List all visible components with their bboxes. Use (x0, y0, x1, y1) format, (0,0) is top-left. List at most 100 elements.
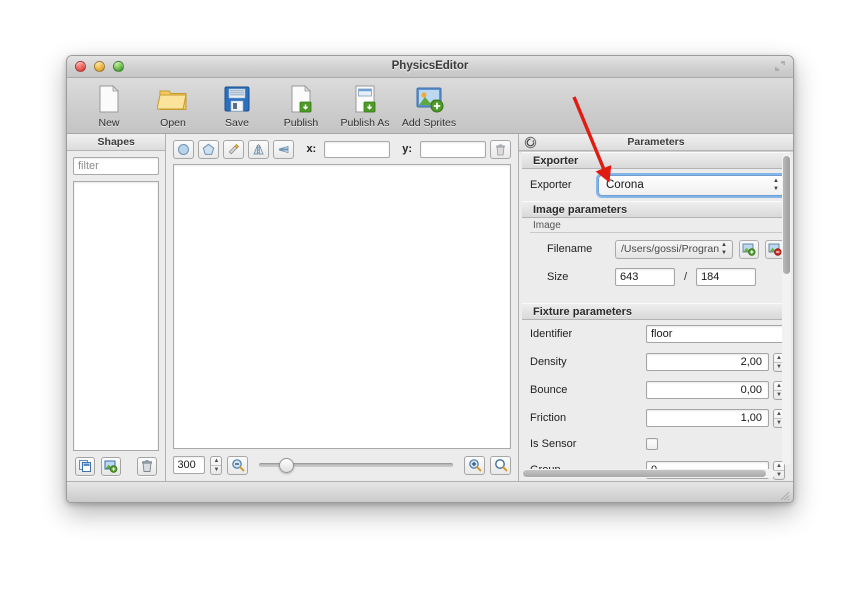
canvas-toolbar: x: y: (166, 134, 518, 164)
magic-wand-icon (229, 143, 240, 154)
parameters-title: Parameters (627, 136, 685, 148)
zoom-slider[interactable] (259, 456, 453, 475)
is-sensor-row: Is Sensor (519, 432, 793, 456)
magic-wand-tool[interactable] (223, 139, 245, 159)
is-sensor-checkbox[interactable] (646, 438, 658, 450)
image-subgroup-label: Image (533, 220, 561, 231)
zoom-stepper-up[interactable]: ▲ (211, 457, 222, 466)
zoom-out-button[interactable] (227, 455, 249, 475)
friction-label: Friction (530, 412, 567, 424)
x-coordinate-label: x: (306, 143, 317, 155)
toolbar-button-add-sprites[interactable]: Add Sprites (397, 81, 461, 129)
size-separator: / (684, 271, 688, 283)
bounce-row: Bounce 0,00 ▲ ▼ (519, 376, 793, 404)
settings-gear-icon[interactable] (524, 136, 537, 149)
toolbar-button-open[interactable]: Open (141, 81, 205, 129)
zoom-fit-icon (494, 459, 507, 472)
remove-image-icon (768, 243, 782, 256)
x-coordinate-input[interactable] (324, 140, 391, 158)
expand-window-icon[interactable] (774, 60, 786, 72)
toolbar-button-publish-as[interactable]: Publish As (333, 81, 397, 129)
parameters-horizontal-scrollbar[interactable] (522, 469, 775, 478)
window-titlebar[interactable]: PhysicsEditor (67, 56, 793, 78)
add-image-icon (104, 460, 118, 473)
zoom-stepper-down[interactable]: ▼ (211, 466, 221, 474)
chevron-updown-icon: ▲ ▼ (721, 242, 727, 256)
trash-icon (496, 143, 505, 155)
toolbar-button-save[interactable]: Save (205, 81, 269, 129)
save-floppy-icon (224, 86, 250, 112)
mirror-vertical-tool[interactable] (248, 139, 270, 159)
parameters-vertical-scrollbar[interactable] (782, 154, 791, 465)
mirror-vertical-icon (253, 143, 265, 155)
zoom-stepper[interactable]: ▲ ▼ (210, 455, 223, 475)
new-document-icon (99, 85, 119, 113)
zoom-in-button[interactable] (464, 455, 485, 475)
section-fixture-parameters: Fixture parameters (522, 303, 790, 320)
parameters-panel-header: Parameters (519, 134, 793, 151)
y-coordinate-input[interactable] (420, 140, 486, 158)
toolbar-label: New (98, 117, 120, 129)
delete-point-button[interactable] (490, 139, 511, 159)
window-body: Shapes filter x: y: 300 ▲ ▼ Parameters E… (67, 134, 793, 481)
friction-row: Friction 1,00 ▲ ▼ (519, 404, 793, 432)
canvas-panel: x: y: 300 ▲ ▼ (166, 134, 519, 481)
mirror-horizontal-icon (279, 145, 289, 153)
shapes-filter-input[interactable]: filter (73, 157, 160, 175)
screenshot-root: PhysicsEditor New Open Save Publish Publ… (0, 0, 860, 592)
group-stepper-down[interactable]: ▼ (774, 471, 784, 479)
parameters-scroll-area: Exporter Exporter Corona ▲ ▼ Image param… (519, 151, 793, 481)
size-width-input[interactable]: 643 (615, 268, 675, 286)
shapes-toolbar (67, 451, 165, 481)
polygon-tool[interactable] (198, 139, 220, 159)
toolbar-button-publish[interactable]: Publish (269, 81, 333, 129)
toolbar-button-new[interactable]: New (77, 81, 141, 129)
delete-shape-button[interactable] (137, 456, 158, 476)
open-folder-icon (157, 90, 187, 110)
zoom-fit-button[interactable] (490, 455, 511, 475)
y-coordinate-label: y: (402, 143, 412, 155)
toolbar-label: Publish (283, 117, 319, 129)
identifier-input[interactable]: floor (646, 325, 785, 343)
add-shape-button[interactable] (101, 456, 121, 476)
shapes-panel-header: Shapes (67, 134, 166, 151)
image-subgroup-divider (530, 232, 782, 233)
bounce-label: Bounce (530, 384, 568, 396)
parameters-vertical-scroll-thumb[interactable] (783, 156, 790, 274)
trash-icon (142, 460, 153, 472)
identifier-label: Identifier (530, 328, 573, 340)
zoom-out-icon (232, 459, 245, 472)
add-image-button[interactable] (739, 239, 759, 259)
shapes-list[interactable] (73, 181, 160, 451)
exporter-row: Exporter Corona ▲ ▼ (519, 169, 793, 201)
duplicate-shape-button[interactable] (75, 456, 95, 476)
toolbar-label: Publish As (340, 117, 390, 129)
is-sensor-label: Is Sensor (530, 438, 577, 450)
parameters-horizontal-scroll-thumb[interactable] (523, 470, 766, 477)
zoom-in-icon (468, 459, 481, 472)
size-label: Size (547, 271, 569, 283)
publish-as-document-icon (355, 85, 376, 113)
shape-canvas[interactable] (173, 164, 511, 449)
copy-icon (79, 460, 91, 472)
section-image-parameters: Image parameters (522, 201, 790, 218)
bounce-input[interactable]: 0,00 (646, 381, 769, 399)
shapes-panel: Shapes filter (67, 134, 167, 481)
toolbar-label: Save (225, 117, 249, 129)
add-image-icon (742, 243, 756, 256)
identifier-row: Identifier floor (519, 320, 793, 348)
size-height-input[interactable]: 184 (696, 268, 757, 286)
friction-input[interactable]: 1,00 (646, 409, 769, 427)
canvas-zoom-toolbar: 300 ▲ ▼ (166, 449, 518, 481)
density-row: Density 2,00 ▲ ▼ (519, 348, 793, 376)
exporter-label: Exporter (530, 179, 572, 191)
exporter-select[interactable]: Corona ▲ ▼ (596, 172, 787, 198)
density-input[interactable]: 2,00 (646, 353, 769, 371)
circle-tool[interactable] (173, 139, 195, 159)
circle-icon (178, 143, 190, 155)
zoom-slider-knob[interactable] (278, 457, 294, 473)
zoom-value-input[interactable]: 300 (173, 456, 206, 474)
resize-grip-icon[interactable] (777, 488, 790, 501)
mirror-horizontal-tool[interactable] (273, 139, 295, 159)
filename-select[interactable]: /Users/gossi/Progran ▲ ▼ (615, 239, 733, 259)
